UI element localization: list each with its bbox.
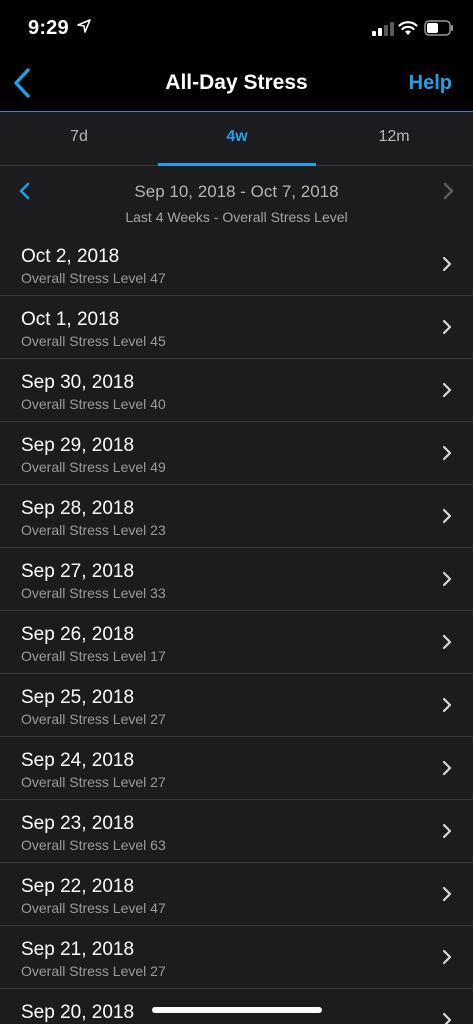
list-item[interactable]: Oct 2, 2018 Overall Stress Level 47 <box>0 233 473 296</box>
day-date: Sep 22, 2018 <box>21 876 135 897</box>
day-date: Sep 21, 2018 <box>21 939 135 960</box>
battery-icon <box>424 20 453 36</box>
day-date: Sep 30, 2018 <box>21 372 135 393</box>
tab-4w[interactable]: 4w <box>158 112 316 166</box>
status-bar: 9:29 <box>0 0 473 60</box>
list-item[interactable]: Sep 25, 2018 Overall Stress Level 27 <box>0 674 473 737</box>
cellular-signal-icon <box>372 22 394 36</box>
day-stress-level: Overall Stress Level 63 <box>21 837 166 853</box>
day-date: Sep 28, 2018 <box>21 498 135 519</box>
list-item[interactable]: Sep 22, 2018 Overall Stress Level 47 <box>0 863 473 926</box>
day-stress-level: Overall Stress Level 45 <box>21 333 166 349</box>
wifi-icon <box>398 21 418 35</box>
date-range-header: Sep 10, 2018 - Oct 7, 2018 Last 4 Weeks … <box>0 167 473 233</box>
chevron-right-icon <box>442 319 452 335</box>
day-stress-level: Overall Stress Level 23 <box>21 522 166 538</box>
chevron-right-icon <box>442 571 452 587</box>
day-stress-level: Overall Stress Level 17 <box>21 648 166 664</box>
chevron-right-icon <box>442 634 452 650</box>
list-item[interactable]: Oct 1, 2018 Overall Stress Level 45 <box>0 296 473 359</box>
day-date: Sep 23, 2018 <box>21 813 135 834</box>
home-indicator[interactable] <box>152 1007 322 1013</box>
daily-stress-list: Oct 2, 2018 Overall Stress Level 47 Oct … <box>0 233 473 1024</box>
day-stress-level: Overall Stress Level 27 <box>21 963 166 979</box>
help-button[interactable]: Help <box>409 72 452 95</box>
selected-tab-indicator <box>158 163 316 166</box>
next-range-chevron-icon[interactable] <box>439 181 457 201</box>
day-stress-level: Overall Stress Level 27 <box>21 774 166 790</box>
date-range-title: Sep 10, 2018 - Oct 7, 2018 <box>134 182 339 201</box>
day-stress-level: Overall Stress Level 40 <box>21 396 166 412</box>
navigation-bar: All-Day Stress Help <box>0 60 473 112</box>
day-date: Oct 2, 2018 <box>21 246 120 267</box>
day-date: Sep 20, 2018 <box>21 1002 135 1023</box>
chevron-right-icon <box>442 823 452 839</box>
list-item[interactable]: Sep 30, 2018 Overall Stress Level 40 <box>0 359 473 422</box>
day-date: Sep 26, 2018 <box>21 624 135 645</box>
day-date: Sep 27, 2018 <box>21 561 135 582</box>
chevron-right-icon <box>442 760 452 776</box>
list-item[interactable]: Sep 21, 2018 Overall Stress Level 27 <box>0 926 473 989</box>
chevron-right-icon <box>442 697 452 713</box>
period-tabs: 7d 4w 12m <box>0 112 473 166</box>
list-item[interactable]: Sep 29, 2018 Overall Stress Level 49 <box>0 422 473 485</box>
day-stress-level: Overall Stress Level 49 <box>21 459 166 475</box>
day-date: Sep 29, 2018 <box>21 435 135 456</box>
list-item[interactable]: Sep 26, 2018 Overall Stress Level 17 <box>0 611 473 674</box>
day-stress-level: Overall Stress Level 47 <box>21 900 166 916</box>
list-item[interactable]: Sep 23, 2018 Overall Stress Level 63 <box>0 800 473 863</box>
chevron-right-icon <box>442 445 452 461</box>
chevron-right-icon <box>442 1012 452 1024</box>
status-time: 9:29 <box>28 17 69 39</box>
chevron-right-icon <box>442 382 452 398</box>
day-date: Sep 24, 2018 <box>21 750 135 771</box>
tab-7d[interactable]: 7d <box>0 112 158 166</box>
chevron-right-icon <box>442 949 452 965</box>
day-stress-level: Overall Stress Level 47 <box>21 270 166 286</box>
chevron-right-icon <box>442 508 452 524</box>
page-title: All-Day Stress <box>165 71 308 94</box>
day-date: Oct 1, 2018 <box>21 309 120 330</box>
day-stress-level: Overall Stress Level 27 <box>21 711 166 727</box>
list-item[interactable]: Sep 28, 2018 Overall Stress Level 23 <box>0 485 473 548</box>
day-stress-level: Overall Stress Level 33 <box>21 585 166 601</box>
list-item[interactable]: Sep 27, 2018 Overall Stress Level 33 <box>0 548 473 611</box>
location-arrow-icon <box>77 19 91 33</box>
chevron-right-icon <box>442 256 452 272</box>
day-date: Sep 25, 2018 <box>21 687 135 708</box>
list-item[interactable]: Sep 24, 2018 Overall Stress Level 27 <box>0 737 473 800</box>
screen: 9:29 All-Day Stress Help 7d 4w 12m Sep 1… <box>0 0 473 1024</box>
chevron-right-icon <box>442 886 452 902</box>
tab-12m[interactable]: 12m <box>315 112 473 166</box>
date-range-subtitle: Last 4 Weeks - Overall Stress Level <box>125 209 348 225</box>
